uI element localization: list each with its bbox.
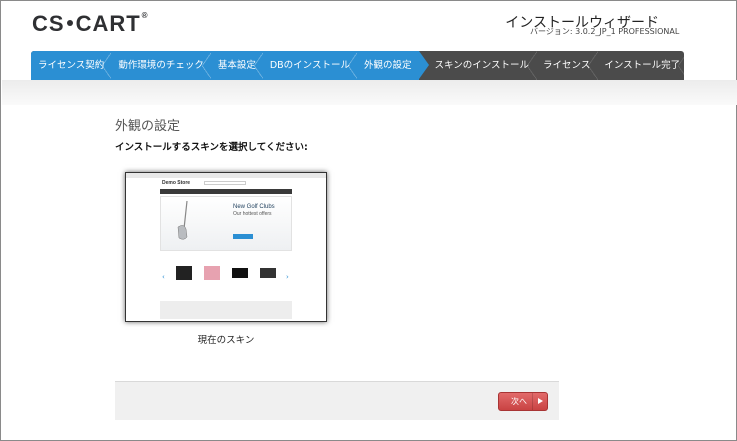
step-license-agreement: ライセンス契約 xyxy=(31,51,113,80)
step-appearance-settings: 外観の設定 xyxy=(357,51,428,80)
product-thumb xyxy=(232,268,248,278)
preview-banner-subheading: Our hottest offers xyxy=(233,211,272,217)
preview-left-arrow-icon: ‹ xyxy=(162,273,165,281)
product-thumb xyxy=(176,266,192,280)
step-install-complete: インストール完了 xyxy=(597,51,684,80)
product-thumb xyxy=(260,268,276,278)
step-basic-settings: 基本設定 xyxy=(210,51,264,80)
skin-caption: 現在のスキン xyxy=(197,335,255,346)
installer-window: CS CART® インストールウィザード バージョン: 3.0.2_JP_1 PR… xyxy=(0,0,737,441)
preview-product-row xyxy=(172,266,284,282)
step-progress-bar: ライセンス契約 動作環境のチェック 基本設定 DBのインストール 外観の設定 ス… xyxy=(31,51,684,80)
next-button-label: 次へ xyxy=(511,397,527,406)
next-button[interactable]: 次へ xyxy=(498,392,548,411)
step-license: ライセンス xyxy=(536,51,599,80)
step-environment-check: 動作環境のチェック xyxy=(111,51,212,80)
preview-menu-bar xyxy=(160,189,292,194)
bottom-action-bar xyxy=(115,381,559,420)
golf-club-image xyxy=(177,201,188,240)
preview-store-logo: Demo Store xyxy=(162,180,191,186)
preview-banner-heading: New Golf Clubs xyxy=(233,204,275,210)
content-band xyxy=(2,80,737,105)
product-thumb xyxy=(204,266,220,280)
preview-topbar xyxy=(126,173,326,178)
page-instruction: インストールするスキンを選択してください: xyxy=(115,142,308,153)
preview-banner-button xyxy=(233,234,253,239)
preview-right-arrow-icon: › xyxy=(286,273,289,281)
cs-cart-logo: CS CART® xyxy=(32,11,149,36)
step-db-install: DBのインストール xyxy=(262,51,358,80)
page-title: 外観の設定 xyxy=(115,119,181,134)
arrow-right-icon xyxy=(532,393,547,410)
step-skin-install: スキンのインストール xyxy=(419,51,538,80)
version-label: バージョン: 3.0.2_JP_1 PROFESSIONAL xyxy=(530,27,680,36)
skin-preview-thumbnail[interactable]: Demo Store New Golf Clubs Our hottest of… xyxy=(125,172,327,322)
preview-footer xyxy=(160,301,292,319)
preview-search-box xyxy=(204,181,246,185)
